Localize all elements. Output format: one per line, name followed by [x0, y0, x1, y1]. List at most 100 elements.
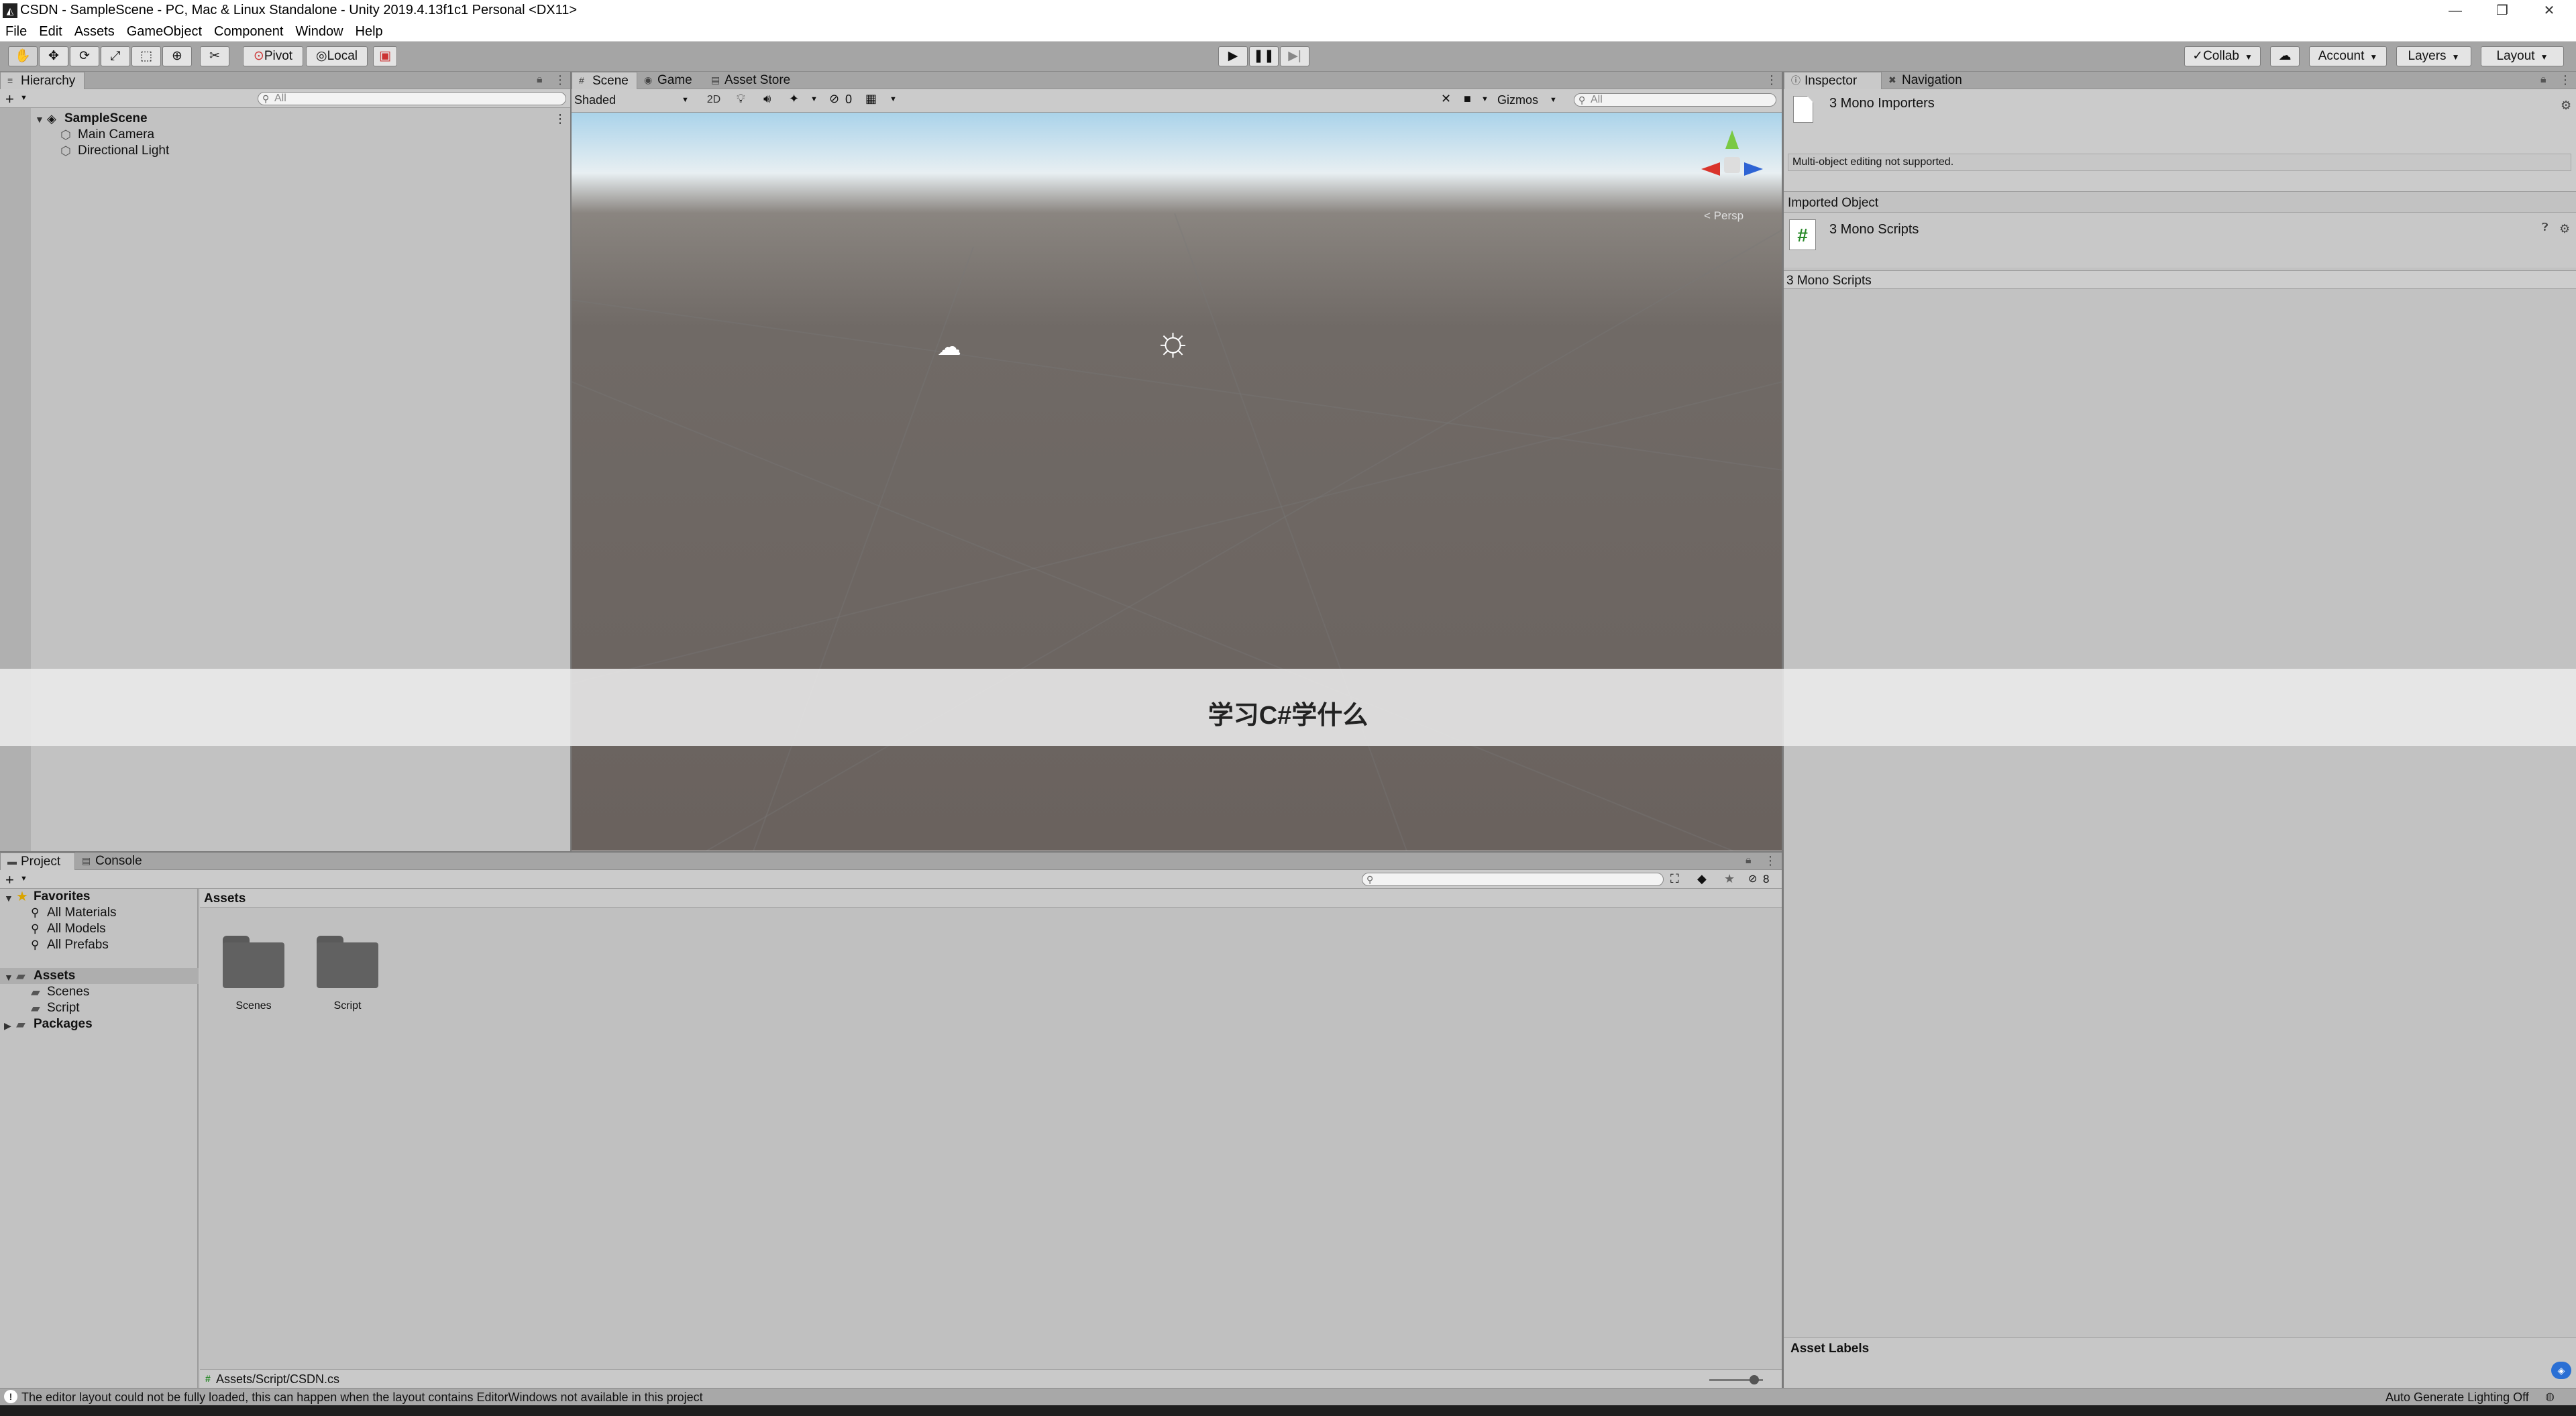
project-search-input[interactable]: ⚲ [1362, 873, 1664, 886]
close-button[interactable]: ✕ [2529, 0, 2569, 21]
collapse-triangle-icon[interactable]: ▶ [4, 1018, 11, 1034]
tab-project[interactable]: ▬ Project [0, 853, 75, 870]
y-axis-arrow[interactable] [1725, 130, 1739, 149]
custom-tool-icon[interactable]: ✂ [200, 46, 229, 66]
hierarchy-item-directional-light[interactable]: ⬡ Directional Light [0, 143, 570, 159]
more-menu-icon[interactable]: ⋮ [2559, 73, 2571, 87]
rotate-tool-icon[interactable]: ⟳ [70, 46, 99, 66]
gizmo-center[interactable] [1724, 157, 1740, 173]
layout-dropdown[interactable]: Layout ▼ [2481, 46, 2564, 66]
more-menu-icon[interactable]: ⋮ [1766, 73, 1778, 87]
lighting-progress-icon[interactable]: ◍ [2545, 1390, 2555, 1403]
status-message[interactable]: The editor layout could not be fully loa… [21, 1391, 703, 1405]
light-gizmo-icon[interactable]: ☼ [1154, 321, 1192, 362]
rect-tool-icon[interactable]: ⬚ [131, 46, 161, 66]
shading-mode-dropdown[interactable]: Shaded ▼ [574, 91, 692, 109]
hand-tool-icon[interactable]: ✋ [8, 46, 38, 66]
label-tag-icon[interactable]: ◈ [2551, 1362, 2571, 1379]
tree-item-all-prefabs[interactable]: ⚲ All Prefabs [0, 937, 199, 953]
lighting-status[interactable]: Auto Generate Lighting Off [2385, 1391, 2529, 1405]
pivot-toggle[interactable]: ⊙Pivot [243, 46, 303, 66]
step-button[interactable]: ▶| [1280, 46, 1309, 66]
pause-button[interactable]: ❚❚ [1249, 46, 1279, 66]
hidden-objects-icon[interactable]: ⊘ [829, 92, 839, 106]
hierarchy-search-input[interactable]: ⚲ All [258, 92, 566, 105]
restore-button[interactable]: ❐ [2482, 0, 2522, 21]
breadcrumb-assets[interactable]: Assets [204, 891, 246, 906]
tree-favorites[interactable]: ▼ ★ Favorites [0, 889, 199, 905]
tab-game[interactable]: ◉ Game [637, 72, 704, 89]
search-by-type-icon[interactable]: ⛶ [1670, 872, 1679, 886]
layers-dropdown[interactable]: Layers ▼ [2396, 46, 2471, 66]
create-add-icon[interactable]: + [5, 91, 14, 108]
tab-hierarchy[interactable]: ≡ Hierarchy [0, 72, 85, 89]
account-dropdown[interactable]: Account ▼ [2309, 46, 2387, 66]
chevron-down-icon[interactable]: ▼ [810, 95, 818, 103]
expand-triangle-icon[interactable]: ▼ [4, 890, 13, 906]
lock-icon[interactable]: 🔒︎ [2540, 74, 2546, 86]
play-button[interactable]: ▶ [1218, 46, 1248, 66]
more-menu-icon[interactable]: ⋮ [1764, 854, 1776, 868]
lighting-icon[interactable]: 💡︎ [737, 92, 745, 106]
tab-scene[interactable]: # Scene [572, 72, 637, 89]
more-menu-icon[interactable]: ⋮ [554, 73, 566, 87]
menu-edit[interactable]: Edit [33, 21, 68, 42]
tab-inspector[interactable]: ⓘ Inspector [1784, 72, 1882, 89]
favorite-star-icon[interactable]: ★ [1724, 872, 1735, 886]
lock-icon[interactable]: 🔒︎ [537, 74, 543, 86]
tree-packages[interactable]: ▶ ▰ Packages [0, 1016, 199, 1032]
tab-navigation[interactable]: ✖ Navigation [1882, 72, 1989, 89]
gear-icon[interactable]: ⚙ [2559, 222, 2570, 236]
camera-icon[interactable]: ■ [1464, 92, 1471, 106]
x-axis-arrow[interactable] [1701, 162, 1720, 176]
minimize-button[interactable]: — [2435, 0, 2475, 21]
scale-tool-icon[interactable]: ⤢ [101, 46, 130, 66]
help-icon[interactable]: ❓︎ [2542, 222, 2548, 234]
tab-console[interactable]: ▤ Console [75, 853, 160, 870]
tree-item-all-materials[interactable]: ⚲ All Materials [0, 905, 199, 921]
search-by-label-icon[interactable]: ◆ [1697, 872, 1707, 886]
folder-item-scenes[interactable]: Scenes [223, 936, 290, 1023]
hierarchy-item-main-camera[interactable]: ⬡ Main Camera [0, 127, 570, 143]
local-toggle[interactable]: ◎Local [306, 46, 368, 66]
gear-icon[interactable]: ⚙ [2561, 99, 2571, 113]
menu-file[interactable]: File [0, 21, 33, 42]
hidden-packages-icon[interactable]: ⊘ [1748, 872, 1757, 885]
orientation-gizmo[interactable] [1699, 130, 1766, 197]
chevron-down-icon[interactable]: ▼ [1481, 95, 1489, 103]
chevron-down-icon[interactable]: ▼ [20, 94, 28, 102]
camera-gizmo-icon[interactable]: ☁ [937, 333, 961, 361]
scene-row[interactable]: ▼ ◈ SampleScene ⋮ [0, 111, 570, 127]
tree-item-all-models[interactable]: ⚲ All Models [0, 921, 199, 937]
menu-assets[interactable]: Assets [68, 21, 121, 42]
menu-window[interactable]: Window [289, 21, 349, 42]
audio-icon[interactable]: 🔊︎ [763, 92, 771, 106]
tree-assets[interactable]: ▼ ▰ Assets [0, 968, 199, 984]
expand-triangle-icon[interactable]: ▼ [35, 111, 44, 127]
move-tool-icon[interactable]: ✥ [39, 46, 68, 66]
z-axis-arrow[interactable] [1744, 162, 1763, 176]
scene-more-icon[interactable]: ⋮ [554, 111, 566, 127]
effects-icon[interactable]: ✦ [789, 92, 799, 106]
scene-search-input[interactable]: ⚲ All [1574, 93, 1776, 107]
2d-toggle[interactable]: 2D [702, 91, 726, 109]
create-add-icon[interactable]: + [5, 871, 14, 889]
icon-size-slider-handle[interactable] [1750, 1375, 1759, 1384]
collab-dropdown[interactable]: ✓Collab ▼ [2184, 46, 2261, 66]
perspective-label[interactable]: < Persp [1704, 209, 1743, 223]
folder-item-script[interactable]: Script [317, 936, 384, 1023]
snap-icon[interactable]: ▣ [373, 46, 397, 66]
expand-triangle-icon[interactable]: ▼ [4, 969, 13, 985]
transform-tool-icon[interactable]: ⊕ [162, 46, 192, 66]
tools-icon[interactable]: ✕ [1441, 92, 1451, 106]
tree-item-scenes[interactable]: ▰ Scenes [0, 984, 199, 1000]
menu-help[interactable]: Help [350, 21, 389, 42]
grid-toggle-icon[interactable]: ▦ [865, 92, 877, 106]
chevron-down-icon[interactable]: ▼ [20, 875, 28, 883]
menu-gameobject[interactable]: GameObject [121, 21, 208, 42]
gizmos-dropdown[interactable]: Gizmos ▼ [1497, 92, 1562, 108]
tree-item-script[interactable]: ▰ Script [0, 1000, 199, 1016]
cloud-icon[interactable]: ☁ [2270, 46, 2300, 66]
chevron-down-icon[interactable]: ▼ [890, 95, 897, 103]
tab-asset-store[interactable]: ▤ Asset Store [704, 72, 812, 89]
